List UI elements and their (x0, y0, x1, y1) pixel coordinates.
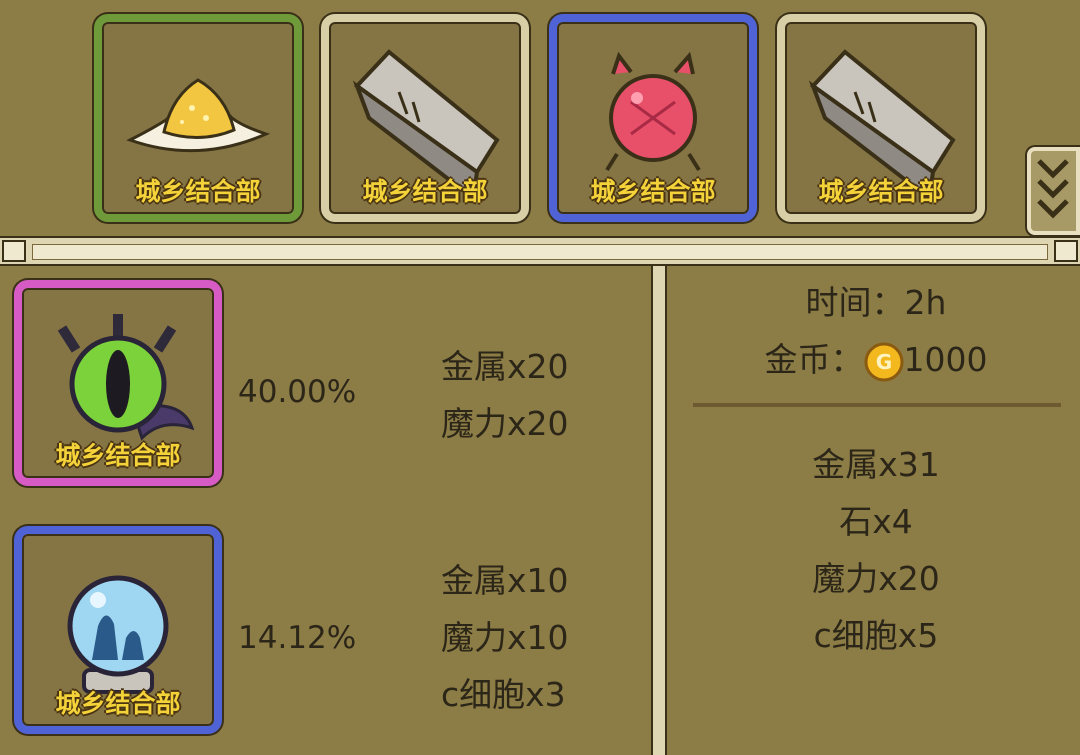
item-source-tag: 城乡结合部 (55, 689, 181, 718)
item-slot-4[interactable]: 城乡结合部 (777, 14, 985, 222)
item-source-tag: 城乡结合部 (590, 177, 716, 206)
material-cost: 金属x10 (441, 561, 569, 600)
material-cost: 魔力x20 (441, 404, 569, 443)
svg-text:G: G (875, 350, 891, 374)
horizontal-scrollbar[interactable] (0, 236, 1080, 266)
chevron-down-icon (1037, 159, 1069, 219)
material-cost: c细胞x3 (441, 675, 566, 714)
summary-separator (693, 403, 1061, 407)
success-chance: 14.12% (238, 620, 357, 656)
craft-time: 时间：2h (805, 283, 947, 322)
scroll-track[interactable] (32, 244, 1048, 260)
total-material: c细胞x5 (813, 616, 939, 655)
recipe-item-2[interactable]: 城乡结合部 (14, 526, 222, 734)
item-source-tag: 城乡结合部 (55, 441, 181, 470)
item-source-tag: 城乡结合部 (362, 177, 488, 206)
item-source-tag: 城乡结合部 (818, 177, 944, 206)
material-cost: 金属x20 (441, 347, 569, 386)
gold-value: 1000 (903, 340, 988, 379)
recipe-item-1[interactable]: 城乡结合部 (14, 280, 222, 486)
expand-button[interactable] (1027, 147, 1080, 235)
gold-cost: 金币： G 1000 (672, 333, 1080, 382)
item-slot-1[interactable]: 城乡结合部 (94, 14, 302, 222)
total-material: 金属x31 (812, 445, 940, 484)
scroll-right-cap (1054, 240, 1078, 262)
gold-label: 金币： (764, 340, 864, 379)
total-material: 魔力x20 (812, 559, 940, 598)
total-material: 石x4 (839, 502, 913, 541)
material-cost: 魔力x10 (441, 618, 569, 657)
success-chance: 40.00% (238, 374, 357, 410)
scroll-left-cap (2, 240, 26, 262)
panel-divider (651, 266, 667, 755)
item-slot-3[interactable]: 城乡结合部 (549, 14, 757, 222)
gold-coin-icon: G (864, 342, 903, 381)
item-source-tag: 城乡结合部 (135, 177, 261, 206)
item-slot-2[interactable]: 城乡结合部 (321, 14, 529, 222)
